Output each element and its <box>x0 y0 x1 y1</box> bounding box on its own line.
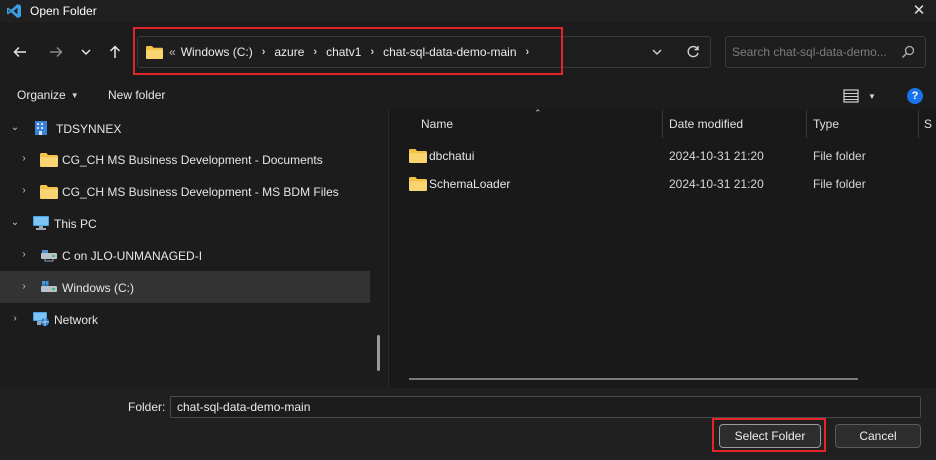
chevron-right-icon[interactable]: › <box>18 249 30 261</box>
details-view-icon <box>843 89 859 103</box>
caret-down-icon: ▼ <box>868 91 876 101</box>
file-name: SchemaLoader <box>429 177 511 191</box>
sidebar-item-label: CG_CH MS Business Development - MS BDM F… <box>62 185 339 199</box>
vscode-icon <box>7 4 21 18</box>
folder-icon <box>409 177 427 191</box>
table-row[interactable]: SchemaLoader 2024-10-31 21:20 File folde… <box>389 169 936 197</box>
building-icon <box>35 121 47 135</box>
horizontal-scrollbar[interactable] <box>409 378 858 380</box>
recent-locations-button[interactable] <box>74 40 98 64</box>
file-type: File folder <box>813 177 866 191</box>
file-name: dbchatui <box>429 149 475 163</box>
chevron-right-icon[interactable]: › <box>18 185 30 197</box>
up-button[interactable] <box>103 40 127 64</box>
search-box[interactable] <box>725 36 926 68</box>
sidebar-item-windows-c[interactable]: › Windows (C:) <box>0 271 370 303</box>
new-folder-label: New folder <box>108 88 166 102</box>
file-date: 2024-10-31 21:20 <box>669 177 764 191</box>
computer-icon <box>33 216 49 230</box>
navigation-bar: « Windows (C:) › azure › chatv1 › chat-s… <box>0 22 936 82</box>
network-icon <box>33 312 49 326</box>
column-header-date[interactable]: Date modified <box>669 110 743 138</box>
chevron-right-icon[interactable]: › <box>9 313 21 325</box>
folder-field-label: Folder: <box>128 400 166 414</box>
title-bar: Open Folder ✕ <box>0 0 936 22</box>
column-header-name[interactable]: Name <box>421 110 453 138</box>
column-divider[interactable] <box>918 110 919 138</box>
arrow-left-icon <box>13 46 26 58</box>
help-icon[interactable]: ? <box>907 88 923 104</box>
chevron-right-icon[interactable]: › <box>18 153 30 165</box>
file-list: ⌃ Name Date modified Type S dbchatui 202… <box>389 108 936 388</box>
select-folder-button[interactable]: Select Folder <box>719 424 821 448</box>
arrow-up-icon <box>109 45 121 58</box>
column-divider[interactable] <box>662 110 663 138</box>
sidebar-item-label: C on JLO-UNMANAGED-I <box>62 249 203 263</box>
cancel-button[interactable]: Cancel <box>835 424 921 448</box>
forward-button[interactable] <box>44 40 68 64</box>
file-date: 2024-10-31 21:20 <box>669 149 764 163</box>
command-bar: Organize ▼ New folder ▼ ? <box>0 82 936 110</box>
sidebar-item-label: This PC <box>54 217 97 231</box>
sort-ascending-icon: ⌃ <box>534 108 542 118</box>
back-button[interactable] <box>8 40 32 64</box>
sidebar-item-label: CG_CH MS Business Development - Document… <box>62 153 323 167</box>
table-row[interactable]: dbchatui 2024-10-31 21:20 File folder <box>389 141 936 169</box>
chevron-down-icon <box>81 49 91 56</box>
address-highlight-annotation <box>133 27 563 75</box>
refresh-icon[interactable] <box>685 44 701 60</box>
close-icon[interactable]: ✕ <box>910 2 928 20</box>
search-input[interactable] <box>732 43 892 61</box>
sidebar-item-tdsynnex[interactable]: ⌄ TDSYNNEX <box>0 112 370 144</box>
window-title: Open Folder <box>30 4 97 18</box>
folder-icon <box>409 149 427 163</box>
sidebar-item-cg-ch-bdm-files[interactable]: › CG_CH MS Business Development - MS BDM… <box>0 175 370 207</box>
search-icon <box>902 45 915 58</box>
sidebar-item-this-pc[interactable]: ⌄ This PC <box>0 207 370 239</box>
column-divider[interactable] <box>806 110 807 138</box>
sidebar-item-label: Windows (C:) <box>62 281 135 295</box>
caret-down-icon: ▼ <box>70 90 79 100</box>
column-header-type[interactable]: Type <box>813 110 839 138</box>
folder-icon <box>40 185 58 199</box>
dialog-footer: Folder: Select Folder Cancel <box>0 388 936 460</box>
sidebar-item-label: Network <box>54 313 99 327</box>
chevron-right-icon[interactable]: › <box>18 281 30 293</box>
drive-icon <box>41 281 57 292</box>
folder-name-input[interactable] <box>170 396 921 418</box>
sidebar-item-network[interactable]: › Network <box>0 303 370 335</box>
chevron-down-icon[interactable]: ⌄ <box>9 217 21 229</box>
arrow-right-icon <box>50 46 63 58</box>
folder-icon <box>40 153 58 167</box>
navigation-pane: ⌄ TDSYNNEX › CG_CH MS Business Developme… <box>0 110 388 388</box>
organize-label: Organize <box>17 88 66 102</box>
network-drive-icon <box>41 250 57 262</box>
address-dropdown-icon[interactable] <box>650 45 664 59</box>
sidebar-item-network-drive[interactable]: › C on JLO-UNMANAGED-I <box>0 239 370 271</box>
chevron-down-icon[interactable]: ⌄ <box>9 122 21 134</box>
sidebar-item-cg-ch-documents[interactable]: › CG_CH MS Business Development - Docume… <box>0 143 370 175</box>
sidebar-item-label: TDSYNNEX <box>56 122 122 136</box>
change-view-button[interactable]: ▼ <box>843 87 883 105</box>
file-type: File folder <box>813 149 866 163</box>
organize-button[interactable]: Organize ▼ <box>17 88 79 102</box>
new-folder-button[interactable]: New folder <box>108 88 165 102</box>
sidebar-scrollbar[interactable] <box>377 335 380 371</box>
column-header-size[interactable]: S <box>924 110 932 138</box>
